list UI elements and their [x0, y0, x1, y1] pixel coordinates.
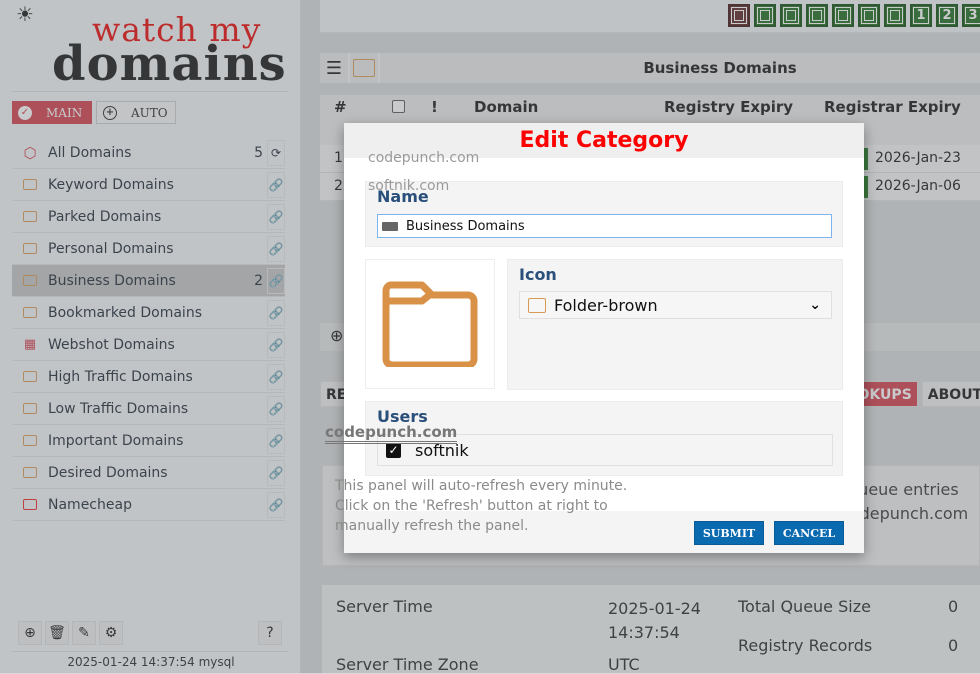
- name-input[interactable]: Business Domains: [377, 214, 832, 238]
- icon-preview: [365, 259, 495, 389]
- name-section: Name Business Domains: [365, 181, 843, 247]
- user-checkbox[interactable]: ✓: [386, 442, 401, 458]
- dialog-footer: SUBMIT CANCEL: [344, 511, 864, 553]
- folder-icon: [382, 281, 478, 367]
- folder-icon: [528, 297, 546, 313]
- users-section: Users ✓ softnik: [365, 401, 843, 476]
- submit-button[interactable]: SUBMIT: [694, 521, 764, 545]
- icon-section: Icon Folder-brown ⌄: [507, 259, 843, 390]
- keyboard-icon: [382, 221, 398, 231]
- chevron-down-icon: ⌄: [809, 297, 821, 313]
- user-item[interactable]: ✓ softnik: [377, 434, 833, 466]
- cancel-button[interactable]: CANCEL: [774, 521, 844, 545]
- dialog-title: Edit Category: [344, 123, 864, 158]
- icon-select[interactable]: Folder-brown ⌄: [519, 291, 832, 319]
- edit-category-dialog: Edit Category Name Business Domains Icon…: [344, 123, 864, 553]
